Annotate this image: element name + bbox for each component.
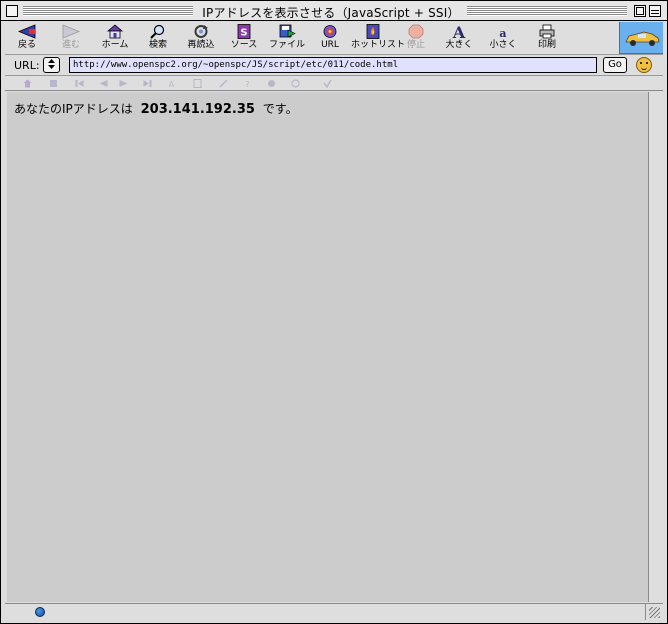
file-icon [278,24,296,39]
ip-message-suffix: です。 [262,102,298,116]
svg-text:a: a [499,27,506,39]
print-icon [538,24,556,39]
svg-text:A: A [452,24,466,39]
page-content: あなたのIPアドレスは 203.141.192.35 です。 [7,92,648,602]
larger-text-icon: A [450,23,468,42]
reload-icon [192,24,210,39]
title-stripes-right [467,6,627,16]
smaller-text-button[interactable]: a 小さく [481,24,525,54]
hotlist-icon [364,24,382,39]
hotlist-button[interactable]: ホットリスト [351,24,405,54]
sub-prev-icon[interactable] [99,79,108,88]
sub-circle-icon[interactable] [267,79,276,88]
browser-logo[interactable] [619,22,663,54]
back-button[interactable]: 戻る [5,24,49,54]
back-arrow-icon [17,24,36,39]
secondary-toolbar: A ? [5,77,663,91]
sub-grid-icon[interactable] [49,79,58,88]
status-divider [645,604,646,620]
browser-window: IPアドレスを表示させる（JavaScript + SSI） 戻る 進む ホーム [0,0,668,624]
resize-grip-icon[interactable] [649,607,660,618]
svg-text:A: A [169,80,175,88]
smiley-icon[interactable] [636,57,652,73]
stop-button[interactable]: 停止 [394,24,438,54]
sub-first-icon[interactable] [75,79,84,88]
sub-page-icon[interactable] [193,79,202,88]
search-button[interactable]: 検索 [136,24,180,54]
sub-globe-icon[interactable] [291,79,300,88]
svg-text:S: S [240,28,247,39]
sub-help-icon[interactable]: ? [243,79,252,88]
status-bar [5,603,663,620]
url-button[interactable]: URL [308,24,352,54]
sub-last-icon[interactable] [143,79,152,88]
smaller-text-icon: a [494,24,512,40]
svg-text:?: ? [245,80,249,88]
sub-next-icon[interactable] [119,79,128,88]
sub-edit-icon[interactable] [219,79,228,88]
url-history-stepper[interactable] [43,57,60,73]
forward-button[interactable]: 進む [49,24,93,54]
sub-home-icon[interactable] [23,79,32,88]
reload-button[interactable]: 再読込 [179,24,223,54]
larger-text-button[interactable]: A 大きく [437,23,481,54]
print-button[interactable]: 印刷 [525,24,569,54]
up-down-arrows-icon [48,59,55,69]
url-label: URL: [14,59,40,72]
window-title: IPアドレスを表示させる（JavaScript + SSI） [202,6,460,20]
home-icon [106,24,124,39]
ip-address: 203.141.192.35 [140,102,255,117]
title-stripes-left [23,6,193,16]
go-button[interactable]: Go [603,57,627,73]
stop-icon [407,24,425,39]
url-bar: URL: http://www.openspc2.org/~openspc/JS… [5,56,663,76]
globe-icon [35,607,45,617]
vertical-scrollbar[interactable] [648,92,663,602]
forward-arrow-icon [62,24,81,39]
url-input[interactable]: http://www.openspc2.org/~openspc/JS/scri… [69,57,597,73]
car-logo-icon [625,31,660,46]
toolbar: 戻る 進む ホーム 検索 再読込 S ソース ファイル URL ホットリスト 停… [5,22,663,55]
ip-message: あなたのIPアドレスは 203.141.192.35 です。 [14,100,298,117]
url-icon [321,24,339,39]
close-box[interactable] [6,5,18,17]
source-icon: S [235,24,253,39]
file-button[interactable]: ファイル [265,24,309,54]
sub-check-icon[interactable] [323,79,332,88]
search-icon [149,24,167,39]
title-bar[interactable]: IPアドレスを表示させる（JavaScript + SSI） [1,1,667,21]
ip-message-prefix: あなたのIPアドレスは [14,102,133,116]
home-button[interactable]: ホーム [93,24,137,54]
sub-font-icon[interactable]: A [167,79,176,88]
windowshade-box[interactable] [649,5,661,17]
source-button[interactable]: S ソース [222,24,266,54]
zoom-box[interactable] [634,5,646,17]
